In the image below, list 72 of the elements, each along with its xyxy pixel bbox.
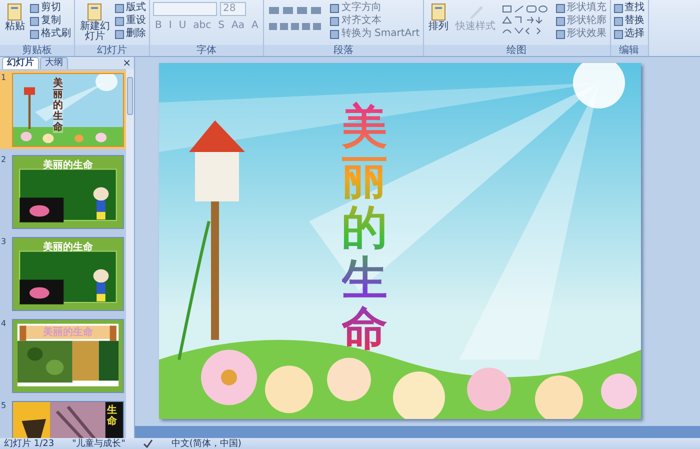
- square-icon: [30, 16, 39, 26]
- slide-number: 5: [1, 401, 8, 412]
- square-icon: [614, 4, 623, 12]
- scroll-bar[interactable]: [126, 69, 134, 438]
- square-icon: [556, 30, 565, 38]
- theme-name: "儿童与成长": [72, 438, 126, 449]
- slide-thumbnail[interactable]: 美丽的生命: [12, 155, 124, 229]
- group-label: 编辑: [610, 45, 648, 56]
- document-icon: [86, 3, 104, 21]
- format-button[interactable]: U: [176, 20, 188, 32]
- ribbon-button[interactable]: 新建幻灯片: [78, 2, 112, 43]
- slide-title: 美丽的生命: [42, 158, 94, 172]
- close-button[interactable]: ×: [120, 58, 134, 69]
- square-icon: [614, 30, 623, 38]
- ribbon-button[interactable]: 替换: [614, 15, 645, 27]
- slide-counter: 幻灯片 1/23: [4, 438, 54, 449]
- square-icon: [330, 16, 340, 26]
- ribbon-button[interactable]: 转换为 SmartArt: [330, 28, 420, 40]
- slide-thumbnail[interactable]: 生命: [12, 401, 124, 438]
- square-icon: [614, 16, 623, 26]
- ribbon-button[interactable]: 排列: [426, 2, 451, 33]
- panel-tab[interactable]: 大纲: [40, 57, 68, 69]
- square-icon: [330, 30, 340, 38]
- ribbon-button[interactable]: 选择: [614, 28, 645, 40]
- slide-title: 生命: [107, 405, 117, 427]
- font-size-field[interactable]: 28: [220, 2, 246, 16]
- slide-thumbnail[interactable]: 美丽的生命: [12, 237, 124, 311]
- square-icon: [556, 16, 565, 26]
- slide-number: 2: [1, 155, 8, 166]
- ribbon-button[interactable]: 形状填充: [556, 2, 607, 14]
- check-icon: [143, 439, 154, 448]
- square-icon: [30, 30, 39, 38]
- group-label: 剪贴板: [0, 45, 74, 56]
- square-icon: [330, 4, 340, 12]
- ribbon-button[interactable]: 文字方向: [330, 2, 420, 14]
- group-label: 段落: [264, 45, 423, 56]
- ribbon-button[interactable]: 复制: [30, 15, 71, 27]
- square-icon: [115, 30, 124, 38]
- ribbon-button[interactable]: 删除: [115, 28, 146, 40]
- ribbon-button[interactable]: 对齐文本: [330, 15, 420, 27]
- square-icon: [556, 4, 565, 12]
- group-label: 幻灯片: [75, 45, 149, 56]
- ribbon-button[interactable]: 粘贴: [3, 2, 27, 33]
- document-icon: [6, 3, 24, 21]
- ribbon-button[interactable]: 形状效果: [556, 28, 607, 40]
- font-name-field[interactable]: [153, 2, 217, 16]
- group-label: 字体: [150, 45, 264, 56]
- format-button[interactable]: A: [249, 20, 260, 32]
- ribbon-button[interactable]: 格式刷: [30, 28, 71, 40]
- ribbon-button[interactable]: 查找: [614, 2, 645, 14]
- slide-number: 1: [1, 73, 8, 84]
- group-label: 绘图: [424, 45, 610, 56]
- document-icon: [430, 3, 448, 21]
- language-label: 中文(简体，中国): [171, 438, 242, 449]
- slide-title: 美丽的生命: [42, 325, 94, 339]
- square-icon: [115, 16, 124, 26]
- format-button[interactable]: B: [153, 20, 164, 32]
- slide-number: 4: [1, 319, 8, 330]
- format-button[interactable]: S: [216, 20, 226, 32]
- ribbon-button[interactable]: 重设: [115, 15, 146, 27]
- square-icon: [115, 4, 124, 12]
- slide-title: 美丽的生命: [42, 240, 94, 254]
- panel-tab[interactable]: 幻灯片: [2, 57, 39, 69]
- slide-canvas[interactable]: 美丽的生命: [158, 63, 640, 419]
- format-button[interactable]: abc: [191, 20, 214, 32]
- format-button[interactable]: I: [166, 20, 174, 32]
- square-icon: [30, 4, 39, 12]
- slide-number: 3: [1, 237, 8, 248]
- format-button[interactable]: Aa: [230, 20, 246, 32]
- ribbon-button[interactable]: 形状轮廓: [556, 15, 607, 27]
- ribbon-button[interactable]: 剪切: [30, 2, 71, 14]
- ribbon-button[interactable]: 版式: [115, 2, 146, 14]
